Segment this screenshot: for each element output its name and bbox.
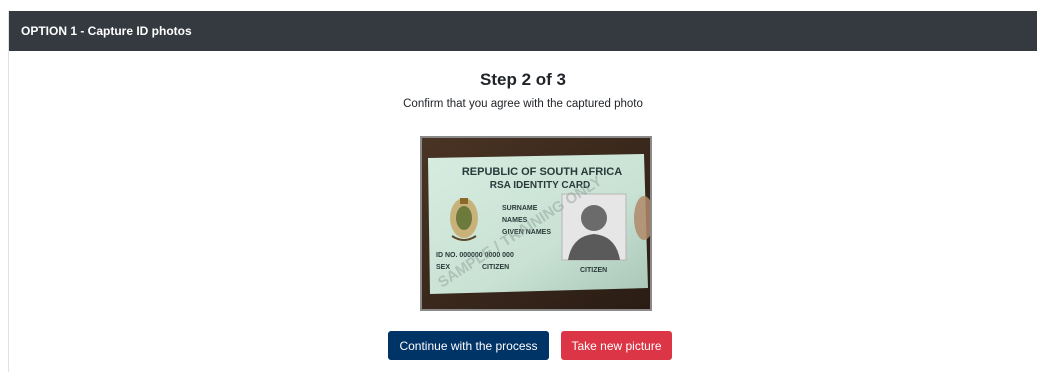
card-body: Step 2 of 3 Confirm that you agree with … <box>9 51 1037 372</box>
step-subtitle: Confirm that you agree with the captured… <box>403 98 643 110</box>
take-new-picture-button[interactable]: Take new picture <box>561 331 672 360</box>
card-header-title: OPTION 1 - Capture ID photos <box>21 24 192 38</box>
step-title: Step 2 of 3 <box>480 70 566 89</box>
captured-photo: REPUBLIC OF SOUTH AFRICA RSA IDENTITY CA… <box>420 136 652 311</box>
id-card-image: REPUBLIC OF SOUTH AFRICA RSA IDENTITY CA… <box>422 138 650 309</box>
card-citizen-right: CITIZEN <box>580 267 607 274</box>
continue-button[interactable]: Continue with the process <box>388 331 549 360</box>
capture-card: OPTION 1 - Capture ID photos Step 2 of 3… <box>8 11 1037 372</box>
card-surname: SURNAME <box>502 205 538 212</box>
card-citizen-left: CITIZEN <box>482 264 509 271</box>
card-header: OPTION 1 - Capture ID photos <box>9 11 1037 51</box>
